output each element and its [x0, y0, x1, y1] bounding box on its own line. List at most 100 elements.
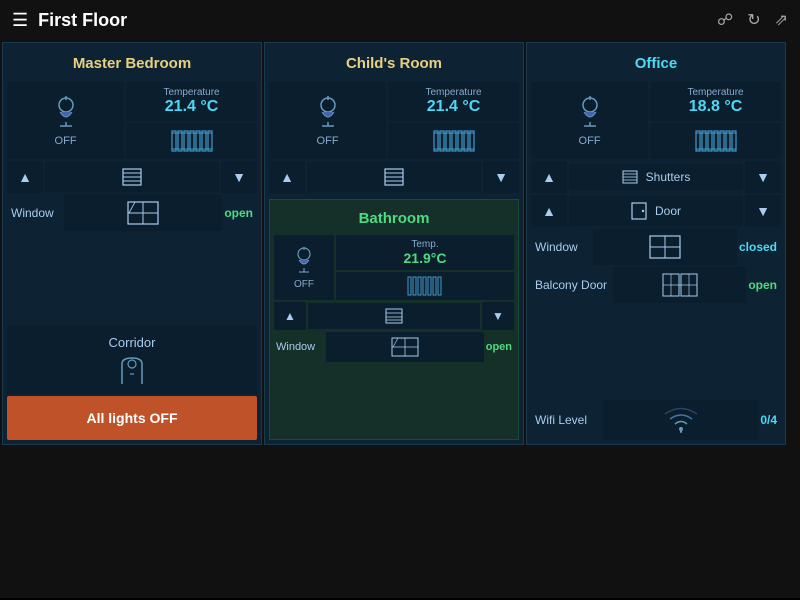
- office-light-box[interactable]: OFF: [531, 82, 648, 159]
- master-light-box[interactable]: OFF: [7, 82, 124, 159]
- office-radiator-icon: [694, 129, 738, 153]
- header-icons: ☍ ↻ ⇗: [717, 10, 788, 30]
- master-window-label: Window: [7, 206, 62, 220]
- header: ☰ First Floor ☍ ↻ ⇗: [0, 0, 800, 40]
- bathroom-panel: Bathroom OFF Temp. 21.9°C: [269, 199, 519, 440]
- childs-temp-label: Temperature: [396, 87, 511, 98]
- master-shutter-row: ▲ ▼: [7, 161, 257, 193]
- office-title: Office: [531, 47, 781, 80]
- office-door-label: Door: [655, 204, 681, 218]
- office-door-row: ▲ Door ▼: [531, 195, 781, 227]
- office-balcony-status: open: [748, 278, 781, 292]
- bathroom-window-status: open: [486, 341, 514, 353]
- master-radiator-box: [126, 123, 257, 159]
- office-window-icon: [649, 235, 681, 259]
- master-shutter-down-btn[interactable]: ▼: [221, 161, 257, 193]
- refresh-icon[interactable]: ↻: [747, 10, 760, 30]
- office-shutter-icon: [622, 170, 638, 184]
- office-door-up-btn[interactable]: ▲: [531, 195, 567, 227]
- bathroom-temp-box: Temp. 21.9°C: [336, 235, 514, 270]
- expand-icon[interactable]: ⇗: [775, 10, 788, 30]
- master-temp-label: Temperature: [134, 87, 249, 98]
- master-bedroom-panel: Master Bedroom OFF Temperature 21.4 °C: [2, 42, 262, 445]
- bathroom-light-status: OFF: [294, 279, 314, 290]
- shutter-icon: [122, 168, 142, 186]
- bathroom-shutter-down-btn[interactable]: ▼: [482, 302, 514, 330]
- office-balcony-label: Balcony Door: [531, 278, 611, 292]
- office-radiator-box: [650, 123, 781, 159]
- office-temp-label: Temperature: [658, 87, 773, 98]
- window-icon: [127, 201, 159, 225]
- office-balcony-icon: [613, 267, 746, 303]
- bathroom-radiator-box: [336, 272, 514, 300]
- childs-shutter-up-btn[interactable]: ▲: [269, 161, 305, 193]
- office-shutter-up-btn[interactable]: ▲: [531, 161, 567, 193]
- office-window-icon: [593, 229, 737, 265]
- master-window-row: Window open: [7, 195, 257, 231]
- childs-radiator-box: [388, 123, 519, 159]
- office-shutter-down-btn[interactable]: ▼: [745, 161, 781, 193]
- office-balcony-row: Balcony Door open: [531, 267, 781, 303]
- all-lights-off-btn[interactable]: All lights OFF: [7, 396, 257, 440]
- office-temp-label-box: Temperature 18.8 °C: [650, 82, 781, 121]
- master-bedroom-title: Master Bedroom: [7, 47, 257, 80]
- balcony-door-icon: [662, 273, 698, 297]
- bathroom-title: Bathroom: [274, 204, 514, 233]
- bathroom-temp-value: 21.9°C: [342, 250, 508, 266]
- office-wifi-row: Wifi Level 0/4: [531, 400, 781, 440]
- office-temp-value: 18.8 °C: [658, 98, 773, 116]
- office-shutter-label: Shutters: [646, 170, 691, 184]
- office-wifi-value: 0/4: [760, 413, 781, 427]
- bathroom-shutter-row: ▲ ▼: [274, 302, 514, 330]
- master-temp-value: 21.4 °C: [134, 98, 249, 116]
- office-lamp-icon: [572, 95, 608, 131]
- office-door-label-box: Door: [569, 196, 743, 226]
- office-door-down-btn[interactable]: ▼: [745, 195, 781, 227]
- master-shutter-icon-box: [45, 162, 219, 192]
- corridor-label: Corridor: [109, 335, 156, 350]
- office-window-row: Window closed: [531, 229, 781, 265]
- master-window-status: open: [224, 206, 257, 220]
- bathroom-radiator-icon: [407, 276, 443, 296]
- office-light-status: OFF: [579, 135, 601, 147]
- bathroom-light-box[interactable]: OFF: [274, 235, 334, 300]
- office-shutter-label-box: Shutters: [569, 164, 743, 190]
- office-panel: Office OFF Temperature 18.8 °C: [526, 42, 786, 445]
- lamp-icon: [48, 95, 84, 131]
- childs-shutter-down-btn[interactable]: ▼: [483, 161, 519, 193]
- bathroom-shutter-up-btn[interactable]: ▲: [274, 302, 306, 330]
- bathroom-temp-label: Temp.: [342, 239, 508, 250]
- childs-room-title: Child's Room: [269, 47, 519, 80]
- bathroom-window-label: Window: [274, 341, 324, 353]
- childs-shutter-icon: [384, 168, 404, 186]
- childs-light-box[interactable]: OFF: [269, 82, 386, 159]
- master-temp-label-box: Temperature 21.4 °C: [126, 82, 257, 121]
- header-left: ☰ First Floor: [12, 10, 127, 31]
- corridor-box: Corridor: [7, 325, 257, 394]
- corridor-icon: [116, 356, 148, 384]
- master-shutter-up-btn[interactable]: ▲: [7, 161, 43, 193]
- chat-icon[interactable]: ☍: [717, 10, 733, 30]
- childs-radiator-icon: [432, 129, 476, 153]
- radiator-icon: [170, 129, 214, 153]
- childs-room-panel: Child's Room OFF Temperature 21.4 °C: [264, 42, 524, 445]
- wifi-icon: [663, 406, 699, 434]
- childs-lamp-icon: [310, 95, 346, 131]
- bathroom-window-icon: [391, 337, 419, 357]
- bathroom-shutter-icon: [385, 308, 403, 324]
- office-window-label: Window: [531, 240, 591, 254]
- bathroom-lamp-icon: [290, 246, 318, 276]
- office-wifi-label: Wifi Level: [531, 413, 601, 427]
- office-wifi-icon: [603, 400, 758, 440]
- childs-shutter-icon-box: [307, 162, 481, 192]
- bathroom-shutter-icon-box: [308, 303, 480, 329]
- childs-shutter-row: ▲ ▼: [269, 161, 519, 193]
- door-icon: [631, 202, 647, 220]
- menu-icon[interactable]: ☰: [12, 10, 28, 31]
- master-window-icon: [64, 195, 222, 231]
- page-title: First Floor: [38, 10, 127, 31]
- office-shutter-row: ▲ Shutters ▼: [531, 161, 781, 193]
- childs-temp-value: 21.4 °C: [396, 98, 511, 116]
- bathroom-window-icon: [326, 332, 484, 362]
- master-light-status: OFF: [55, 135, 77, 147]
